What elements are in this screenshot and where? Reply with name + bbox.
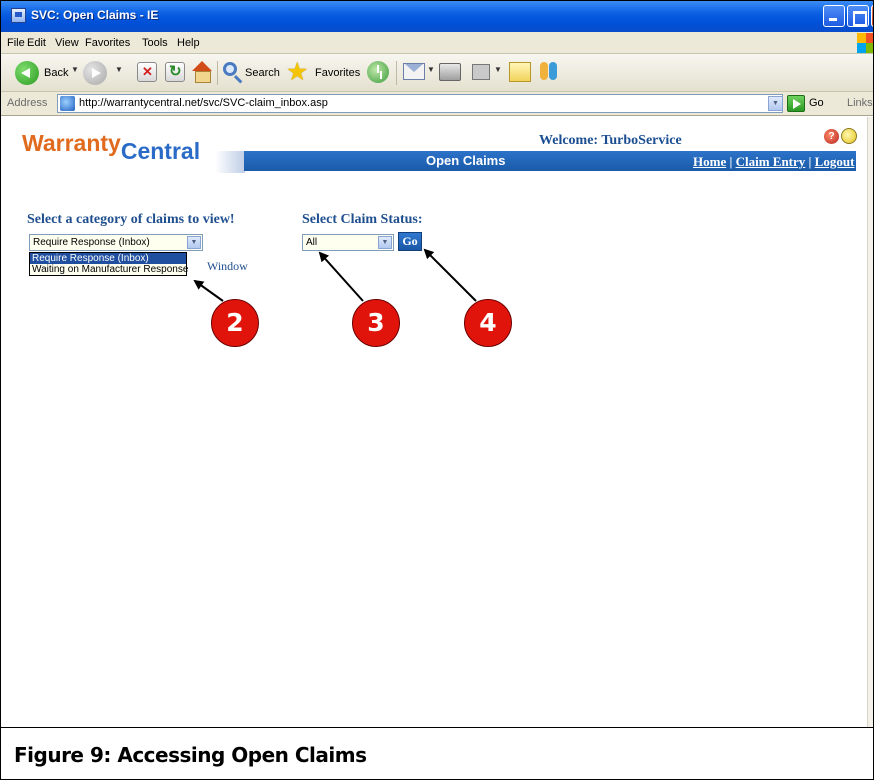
links-label[interactable]: Links [847, 97, 873, 109]
menu-file[interactable]: File [7, 37, 25, 49]
home-icon[interactable] [191, 61, 213, 83]
menu-edit[interactable]: Edit [27, 37, 46, 49]
menu-bar: File Edit View Favorites Tools Help [1, 32, 873, 54]
go-button-label[interactable]: Go [809, 97, 824, 109]
menu-tools[interactable]: Tools [142, 37, 168, 49]
favorites-star-icon[interactable]: ★ [286, 58, 308, 86]
chevron-down-icon[interactable]: ▼ [187, 236, 201, 249]
nav-logout-link[interactable]: Logout [815, 154, 855, 169]
category-dropdown-list[interactable]: Require Response (Inbox) Waiting on Manu… [29, 252, 188, 276]
callout-2: 2 [211, 299, 259, 347]
forward-arrow-icon[interactable] [83, 61, 107, 85]
nav-home-link[interactable]: Home [693, 154, 726, 169]
address-label: Address [7, 97, 48, 109]
screenshot-frame: SVC: Open Claims - IE File Edit View Fav… [0, 0, 874, 780]
chevron-down-icon[interactable]: ▼ [378, 236, 392, 249]
toolbar: Back ▼ ▼ Search ★ Favorites ▼ ▼ [1, 54, 873, 92]
maximize-button[interactable] [847, 5, 869, 27]
page-title: Open Claims [426, 153, 506, 168]
status-selected-value[interactable]: All [306, 237, 317, 248]
favorites-button-label[interactable]: Favorites [315, 67, 360, 79]
forward-dropdown-icon[interactable]: ▼ [115, 65, 123, 74]
category-heading: Select a category of claims to view! [27, 212, 235, 227]
search-button-label[interactable]: Search [245, 67, 280, 79]
category-option[interactable]: Require Response (Inbox) [30, 253, 186, 264]
header-nav: Home | Claim Entry | Logout [693, 154, 854, 170]
mail-icon[interactable] [403, 63, 425, 80]
category-option[interactable]: Waiting on Manufacturer Response [30, 264, 188, 275]
toolbar-separator [217, 61, 218, 85]
history-icon[interactable] [367, 61, 389, 83]
callout-3: 3 [352, 299, 400, 347]
address-url[interactable]: http://warrantycentral.net/svc/SVC-claim… [79, 97, 328, 109]
vertical-scrollbar[interactable] [867, 117, 873, 727]
category-selected-value[interactable]: Require Response (Inbox) [33, 237, 150, 248]
help-icon[interactable]: ? [824, 129, 839, 144]
address-bar: Address http://warrantycentral.net/svc/S… [1, 92, 873, 116]
back-button-label[interactable]: Back [44, 67, 68, 79]
callout-4: 4 [464, 299, 512, 347]
warranty-central-logo: WarrantyCentral [22, 130, 200, 164]
go-arrow-icon[interactable] [787, 95, 805, 112]
partial-window-text: Window [207, 259, 248, 273]
lightbulb-icon[interactable] [841, 128, 857, 144]
menu-favorites[interactable]: Favorites [85, 37, 130, 49]
page-icon [60, 96, 75, 111]
menu-view[interactable]: View [55, 37, 79, 49]
address-input[interactable]: http://warrantycentral.net/svc/SVC-claim… [57, 94, 783, 113]
window-title: SVC: Open Claims - IE [31, 8, 159, 22]
back-arrow-icon[interactable] [15, 61, 39, 85]
back-dropdown-icon[interactable]: ▼ [71, 65, 79, 74]
stop-icon[interactable] [137, 62, 157, 82]
nav-separator: | [729, 154, 733, 169]
menu-help[interactable]: Help [177, 37, 200, 49]
figure-caption: Figure 9: Accessing Open Claims [14, 743, 367, 767]
search-icon[interactable] [223, 62, 237, 76]
logo-text-warranty: Warranty [22, 130, 121, 156]
toolbar-separator [396, 61, 397, 85]
category-select[interactable]: Require Response (Inbox) ▼ [29, 234, 203, 251]
refresh-icon[interactable] [165, 62, 185, 82]
print-icon[interactable] [439, 63, 461, 81]
messenger-icon[interactable] [538, 60, 560, 84]
edit-icon[interactable] [472, 64, 490, 80]
page-content [9, 117, 867, 727]
logo-swoosh [215, 151, 245, 173]
nav-claim-entry-link[interactable]: Claim Entry [736, 154, 806, 169]
nav-separator: | [808, 154, 812, 169]
welcome-text: Welcome: TurboService [539, 133, 682, 148]
status-heading: Select Claim Status: [302, 212, 423, 227]
address-dropdown-icon[interactable]: ▼ [768, 96, 783, 111]
go-button[interactable]: Go [398, 232, 422, 251]
minimize-button[interactable] [823, 5, 845, 27]
status-select[interactable]: All ▼ [302, 234, 394, 251]
ie-window-icon [11, 8, 26, 23]
mail-dropdown-icon[interactable]: ▼ [427, 65, 435, 74]
edit-dropdown-icon[interactable]: ▼ [494, 65, 502, 74]
window-title-bar: SVC: Open Claims - IE [1, 1, 873, 32]
discuss-icon[interactable] [509, 62, 531, 82]
windows-logo-icon [857, 33, 873, 53]
logo-text-central: Central [120, 138, 201, 164]
